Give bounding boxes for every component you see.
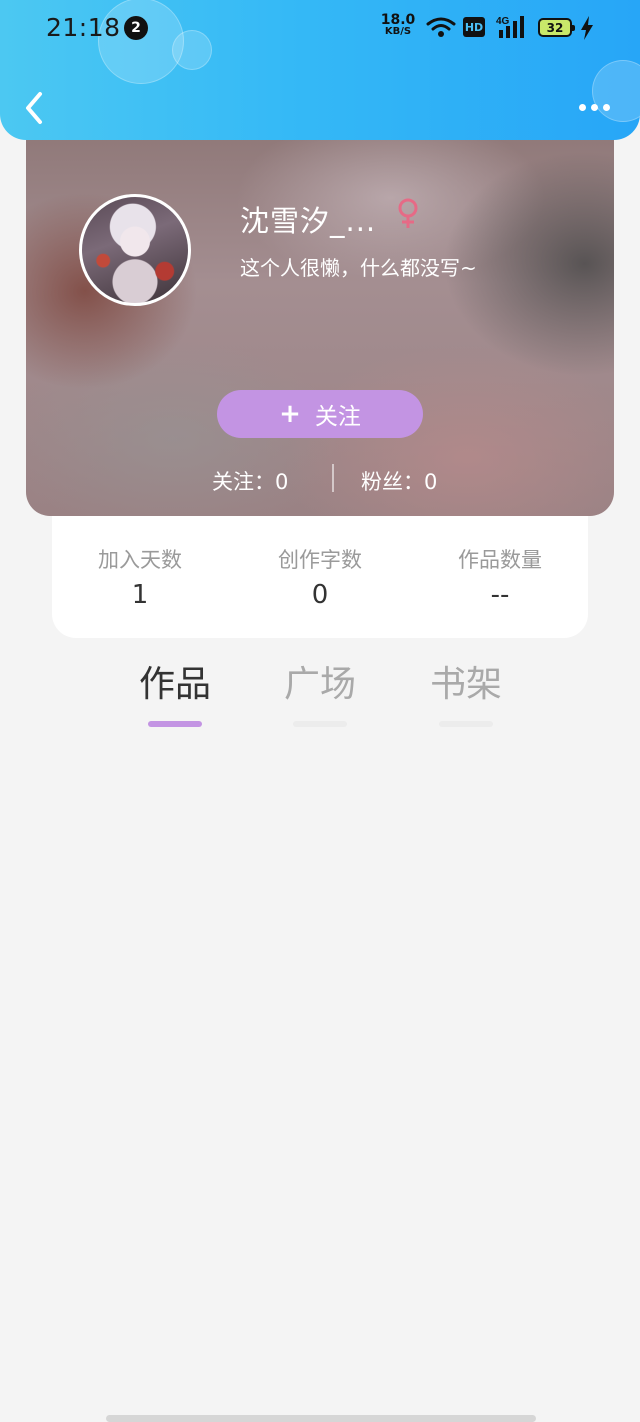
stat-label: 加入天数 bbox=[98, 548, 182, 572]
stat-label: 创作字数 bbox=[278, 548, 362, 572]
tab-label: 广场 bbox=[283, 664, 356, 705]
follow-button-label: 关注 bbox=[314, 404, 361, 430]
stat-value: -- bbox=[490, 580, 510, 610]
tab-bookshelf[interactable]: 书架 bbox=[406, 655, 526, 727]
stat-word-count: 创作字数 0 bbox=[230, 544, 410, 610]
tab-works[interactable]: 作品 bbox=[115, 655, 235, 727]
tab-label: 书架 bbox=[429, 664, 502, 705]
avatar[interactable] bbox=[79, 194, 191, 306]
stats-card: 加入天数 1 创作字数 0 作品数量 -- bbox=[52, 516, 588, 638]
bio-text: 这个人很懒，什么都没写~ bbox=[240, 256, 477, 280]
stat-divider bbox=[332, 464, 334, 492]
stat-join-days: 加入天数 1 bbox=[50, 544, 230, 610]
tab-indicator bbox=[148, 721, 202, 727]
follow-button[interactable]: + 关注 bbox=[217, 390, 423, 438]
stat-value: 1 bbox=[131, 580, 149, 610]
network-speed-unit: KB/S bbox=[384, 26, 412, 37]
gesture-bar[interactable] bbox=[106, 1415, 536, 1422]
following-count[interactable]: 关注：0 bbox=[212, 466, 288, 496]
signal-label: 4G bbox=[496, 16, 510, 27]
stat-label: 作品数量 bbox=[458, 548, 542, 572]
plus-icon: + bbox=[279, 399, 301, 429]
signal-icon: 4G bbox=[496, 16, 524, 38]
decorative-bubble bbox=[172, 30, 212, 70]
stat-works-count: 作品数量 -- bbox=[410, 544, 590, 610]
hd-icon: HD bbox=[463, 17, 485, 37]
username: 沈雪汐_... bbox=[240, 204, 377, 238]
top-header: 21:18 2 18.0 KB/S HD 4G 32 bbox=[0, 0, 640, 140]
tab-label: 作品 bbox=[138, 664, 211, 705]
tab-square[interactable]: 广场 bbox=[260, 655, 380, 727]
network-speed-value: 18.0 bbox=[380, 12, 416, 28]
notification-badge: 2 bbox=[124, 16, 148, 40]
more-dots-icon[interactable] bbox=[574, 96, 614, 118]
wifi-icon bbox=[426, 17, 456, 37]
tab-indicator bbox=[439, 721, 493, 727]
profile-screen: 21:18 2 18.0 KB/S HD 4G 32 沈雪汐_... 这个人很懒… bbox=[0, 0, 640, 1422]
network-speed: 18.0 KB/S bbox=[380, 12, 416, 38]
tab-indicator bbox=[293, 721, 347, 727]
fans-count[interactable]: 粉丝：0 bbox=[361, 466, 437, 496]
stat-value: 0 bbox=[311, 580, 329, 610]
content-tabs: 作品 广场 书架 bbox=[0, 655, 640, 735]
female-gender-icon bbox=[398, 198, 418, 228]
charging-bolt-icon bbox=[581, 16, 593, 40]
battery-icon: 32 bbox=[538, 18, 575, 37]
chevron-left-icon[interactable] bbox=[20, 86, 52, 130]
profile-banner: 沈雪汐_... 这个人很懒，什么都没写~ + 关注 关注：0 粉丝：0 bbox=[26, 128, 614, 516]
status-time: 21:18 bbox=[46, 13, 121, 42]
